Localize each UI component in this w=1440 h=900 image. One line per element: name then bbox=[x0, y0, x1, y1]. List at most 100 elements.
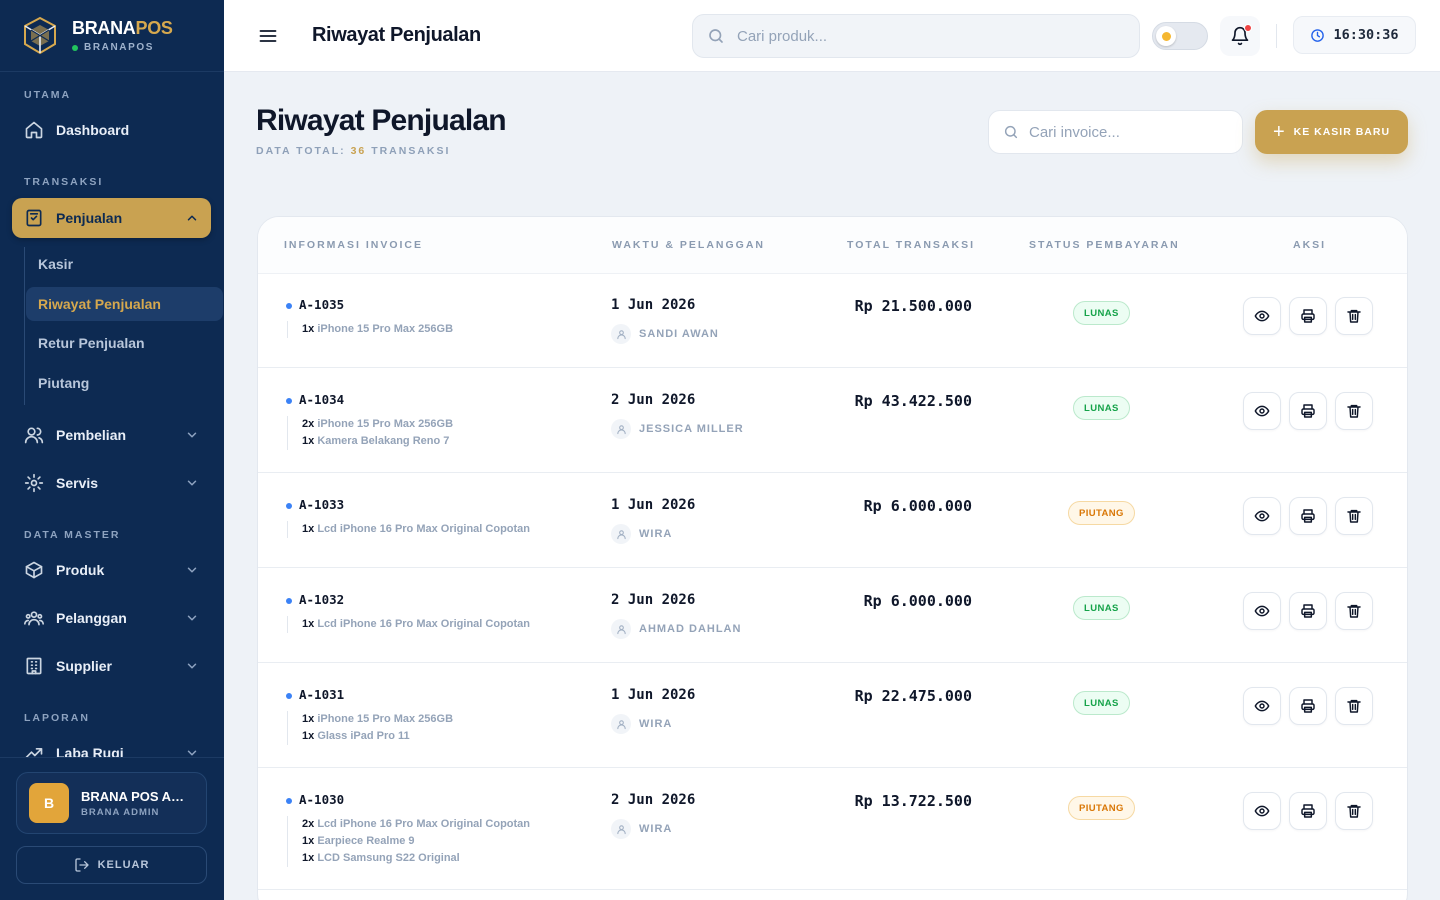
print-button[interactable] bbox=[1289, 792, 1327, 830]
sidebar-subitem-piutang[interactable]: Piutang bbox=[26, 366, 223, 400]
item-name: iPhone 15 Pro Max 256GB bbox=[317, 323, 454, 335]
customer: JESSICA MILLER bbox=[611, 419, 744, 439]
invoice-items: 2x iPhone 15 Pro Max 256GB 1x Kamera Bela… bbox=[287, 416, 453, 450]
product-search[interactable] bbox=[692, 14, 1140, 58]
print-button[interactable] bbox=[1289, 297, 1327, 335]
user-icon bbox=[611, 819, 631, 839]
chevron-down-icon bbox=[187, 615, 197, 621]
item-name: iPhone 15 Pro Max 256GB bbox=[317, 713, 454, 725]
sidebar-item-produk[interactable]: Produk bbox=[12, 550, 211, 590]
delete-button[interactable] bbox=[1335, 297, 1373, 335]
status-badge: LUNAS bbox=[1073, 396, 1130, 420]
sidebar-scroll-clip: Laba Rugi bbox=[0, 733, 224, 757]
customer: SANDI AWAN bbox=[611, 324, 719, 344]
table-row[interactable]: A-1033 1x Lcd iPhone 16 Pro Max Original … bbox=[258, 473, 1407, 568]
invoice-item: 1x Lcd iPhone 16 Pro Max Original Copota… bbox=[302, 616, 530, 633]
item-name: Lcd iPhone 16 Pro Max Original Copotan bbox=[317, 523, 531, 535]
view-button[interactable] bbox=[1243, 687, 1281, 725]
print-button[interactable] bbox=[1289, 392, 1327, 430]
invoice-item: 1x Glass iPad Pro 11 bbox=[302, 728, 453, 745]
delete-button[interactable] bbox=[1335, 392, 1373, 430]
sidebar: BRANAPOS BRANAPOS UTAMA Dashboard TRANSA… bbox=[0, 0, 224, 900]
transaction-date: 2 Jun 2026 bbox=[611, 792, 696, 808]
transaction-total: Rp 6.000.000 bbox=[863, 592, 972, 610]
delete-button[interactable] bbox=[1335, 592, 1373, 630]
user-card[interactable]: B BRANA POS ADMIN BRANA ADMIN bbox=[16, 772, 207, 834]
invoice-status-dot bbox=[286, 693, 292, 699]
print-button[interactable] bbox=[1289, 497, 1327, 535]
invoice-search[interactable] bbox=[988, 110, 1243, 154]
brand-logo-icon bbox=[24, 16, 56, 54]
section-label-laporan: LAPORAN bbox=[24, 712, 90, 724]
clock-icon bbox=[1311, 28, 1325, 42]
invoice-number[interactable]: A-1034 bbox=[299, 392, 344, 407]
invoice-number[interactable]: A-1035 bbox=[299, 297, 344, 312]
invoice-number[interactable]: A-1032 bbox=[299, 592, 344, 607]
logout-label: KELUAR bbox=[97, 859, 150, 871]
invoice-number[interactable]: A-1030 bbox=[299, 792, 344, 807]
user-name: BRANA POS ADMIN bbox=[81, 788, 193, 804]
new-cashier-button[interactable]: + KE KASIR BARU bbox=[1255, 110, 1408, 154]
eye-icon bbox=[1254, 308, 1270, 324]
status-badge: LUNAS bbox=[1073, 301, 1130, 325]
delete-button[interactable] bbox=[1335, 497, 1373, 535]
table-row[interactable]: A-1032 1x Lcd iPhone 16 Pro Max Original … bbox=[258, 568, 1407, 663]
trend-up-icon bbox=[25, 748, 43, 757]
topbar: Riwayat Penjualan 16:30:36 bbox=[224, 0, 1440, 72]
sidebar-item-supplier[interactable]: Supplier bbox=[12, 646, 211, 686]
sidebar-subitem-kasir[interactable]: Kasir bbox=[26, 247, 223, 281]
sidebar-item-label: Pelanggan bbox=[56, 610, 127, 626]
search-icon bbox=[1004, 125, 1018, 139]
invoice-items: 1x Lcd iPhone 16 Pro Max Original Copota… bbox=[287, 521, 530, 538]
table-row[interactable]: A-1030 2x Lcd iPhone 16 Pro Max Original … bbox=[258, 768, 1407, 890]
view-button[interactable] bbox=[1243, 792, 1281, 830]
table-row[interactable]: A-1034 2x iPhone 15 Pro Max 256GB 1x Kamer… bbox=[258, 368, 1407, 473]
item-qty: 1x bbox=[302, 852, 315, 864]
transaction-date: 1 Jun 2026 bbox=[611, 297, 696, 313]
view-button[interactable] bbox=[1243, 392, 1281, 430]
chevron-down-icon bbox=[187, 663, 197, 669]
item-name: iPhone 15 Pro Max 256GB bbox=[317, 418, 454, 430]
print-button[interactable] bbox=[1289, 592, 1327, 630]
invoice-status-dot bbox=[286, 503, 292, 509]
delete-button[interactable] bbox=[1335, 792, 1373, 830]
invoice-search-input[interactable] bbox=[1029, 123, 1229, 141]
topbar-divider bbox=[1276, 24, 1277, 48]
sidebar-item-label: Servis bbox=[56, 475, 99, 491]
hamburger-menu-icon[interactable] bbox=[258, 26, 278, 46]
invoice-number[interactable]: A-1033 bbox=[299, 497, 344, 512]
invoice-item: 1x LCD Samsung S22 Original bbox=[302, 850, 530, 867]
user-group-icon bbox=[24, 611, 44, 626]
sidebar-item-penjualan[interactable]: Penjualan bbox=[12, 198, 211, 238]
sidebar-item-laba-rugi[interactable]: Laba Rugi bbox=[12, 733, 211, 757]
view-button[interactable] bbox=[1243, 592, 1281, 630]
brand[interactable]: BRANAPOS BRANAPOS bbox=[0, 0, 224, 72]
view-button[interactable] bbox=[1243, 297, 1281, 335]
notification-button[interactable] bbox=[1220, 16, 1260, 56]
table-row[interactable]: A-1031 1x iPhone 15 Pro Max 256GB 1x Glass… bbox=[258, 663, 1407, 768]
sidebar-subitem-riwayat-penjualan[interactable]: Riwayat Penjualan bbox=[26, 286, 223, 321]
transaction-date: 1 Jun 2026 bbox=[611, 497, 696, 513]
printer-icon bbox=[1300, 603, 1316, 619]
invoice-item: 2x Lcd iPhone 16 Pro Max Original Copota… bbox=[302, 816, 530, 833]
sidebar-subitem-retur-penjualan[interactable]: Retur Penjualan bbox=[26, 326, 223, 360]
delete-button[interactable] bbox=[1335, 687, 1373, 725]
trash-icon bbox=[1346, 508, 1362, 524]
sidebar-item-servis[interactable]: Servis bbox=[12, 463, 211, 503]
transaction-date: 2 Jun 2026 bbox=[611, 392, 696, 408]
table-row[interactable]: A-1035 1x iPhone 15 Pro Max 256GB 1 Jun 20… bbox=[258, 273, 1407, 368]
print-button[interactable] bbox=[1289, 687, 1327, 725]
sidebar-item-dashboard[interactable]: Dashboard bbox=[12, 110, 211, 150]
view-button[interactable] bbox=[1243, 497, 1281, 535]
product-search-input[interactable] bbox=[737, 27, 1097, 45]
topbar-title: Riwayat Penjualan bbox=[312, 24, 481, 46]
transaction-date: 2 Jun 2026 bbox=[611, 592, 696, 608]
item-qty: 2x bbox=[302, 418, 315, 430]
invoice-number[interactable]: A-1031 bbox=[299, 687, 344, 702]
sidebar-item-label: Penjualan bbox=[56, 210, 123, 226]
theme-toggle[interactable] bbox=[1152, 22, 1208, 50]
customer-name: WIRA bbox=[639, 823, 673, 835]
sidebar-item-pelanggan[interactable]: Pelanggan bbox=[12, 598, 211, 638]
logout-button[interactable]: KELUAR bbox=[16, 846, 207, 884]
sidebar-item-pembelian[interactable]: Pembelian bbox=[12, 415, 211, 455]
